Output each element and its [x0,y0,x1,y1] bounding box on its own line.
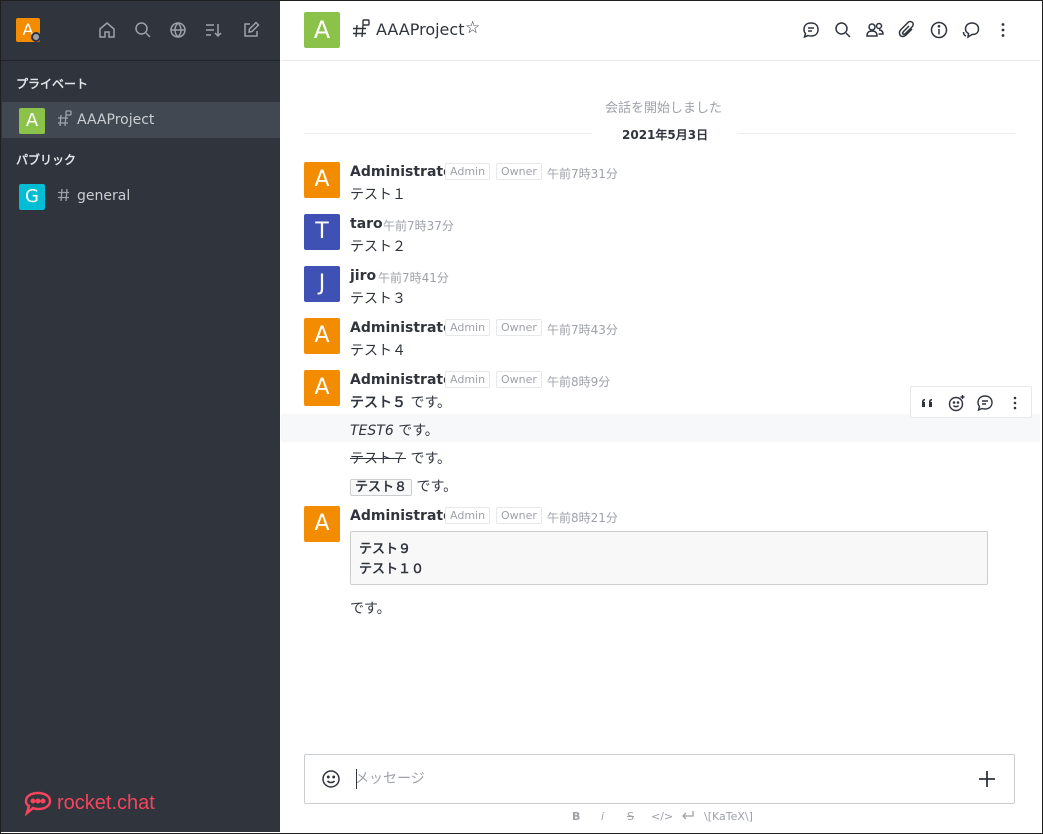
home-icon[interactable] [97,20,119,42]
sidebar-item-label: general [77,188,131,204]
rocket-chat-logo: rocket.chat [23,789,155,821]
message-text: テスト２ [350,239,406,255]
quote-icon[interactable] [919,394,937,412]
message-text-italic: TEST6 です。 [350,420,439,440]
text-suffix: です。 [406,451,452,467]
sort-icon[interactable] [203,20,225,42]
message-timestamp[interactable]: 午前8時9分 [547,373,610,390]
section-private-title: プライベート [16,77,89,91]
sidebar-header: A [1,1,280,61]
role-badge-owner: Owner [496,371,542,388]
user-status-indicator [31,32,41,42]
room-header: A AAAProject ☆ [281,1,1040,61]
room-avatar: A [304,12,340,48]
message-username[interactable]: taro [350,216,383,232]
avatar[interactable]: A [304,370,340,406]
message-timestamp[interactable]: 午前8時21分 [547,509,618,526]
message-text-strike: テスト７ です。 [350,448,451,468]
create-new-icon[interactable] [241,20,263,42]
add-reaction-icon[interactable] [948,394,966,412]
add-plus-icon[interactable] [977,769,997,789]
info-icon[interactable] [929,20,951,42]
italic-text: TEST6 [350,423,394,439]
code-block: テスト９ テスト１０ [350,531,988,585]
message-text-code: テスト８ です。 [350,476,457,496]
threads-icon[interactable] [801,20,823,42]
format-multiline-icon[interactable] [681,810,695,822]
room-avatar: A [19,108,45,134]
directory-globe-icon[interactable] [168,20,190,42]
section-public-title: パブリック [16,153,77,167]
message-timestamp[interactable]: 午前7時41分 [378,269,449,286]
message-timestamp[interactable]: 午前7時43分 [547,321,618,338]
bold-text: テスト５ [350,395,406,411]
favorite-star-icon[interactable]: ☆ [465,18,480,38]
room-title: AAAProject [376,20,465,39]
avatar[interactable]: A [304,318,340,354]
role-badge-admin: Admin [445,371,491,388]
search-icon[interactable] [833,20,855,42]
message-text: です。 [350,601,391,617]
conversation-start-label: 会話を開始しました [605,101,723,116]
message-text: テスト５ です。 [350,392,451,412]
message-text: テスト３ [350,291,406,307]
private-channel-icon [56,110,72,128]
text-cursor [356,769,357,789]
code-line: テスト１０ [359,562,425,577]
discussion-icon[interactable] [961,20,983,42]
role-badge-owner: Owner [496,163,542,180]
private-channel-icon [352,19,372,39]
format-italic-button[interactable]: i [601,810,604,823]
channel-hash-icon [56,186,72,204]
message-timestamp[interactable]: 午前7時31分 [547,165,618,182]
format-strike-button[interactable]: S [627,810,634,823]
role-badge-admin: Admin [445,163,491,180]
message-text: テスト４ [350,343,406,359]
sidebar-item-aaaproject[interactable]: A AAAProject [2,102,280,138]
message-username[interactable]: Administrator [350,508,460,524]
message-menu-icon[interactable] [1006,394,1024,412]
strikethrough-text: テスト７ [350,451,406,467]
avatar[interactable]: J [304,266,340,302]
message-username[interactable]: Administrator [350,372,460,388]
message-input[interactable] [355,768,955,790]
avatar[interactable]: A [304,162,340,198]
emoji-icon[interactable] [321,769,341,789]
sidebar: A プライベート A AAAProject パブリック G general ro… [1,1,280,832]
text-suffix: です。 [412,479,458,495]
message-composer [304,754,1015,804]
role-badge-owner: Owner [496,507,542,524]
inline-code: テスト８ [350,479,413,496]
members-icon[interactable] [865,20,887,42]
role-badge-admin: Admin [445,507,491,524]
sidebar-item-label: AAAProject [77,112,155,128]
avatar[interactable]: A [304,506,340,542]
search-icon[interactable] [133,20,155,42]
kebab-menu-icon[interactable] [993,20,1015,42]
message-timestamp[interactable]: 午前7時37分 [383,217,454,234]
logo-text: rocket.chat [57,792,155,814]
message-text: テスト１ [350,187,406,203]
format-code-button[interactable]: </> [651,810,673,823]
message-username[interactable]: Administrator [350,320,460,336]
sidebar-item-general[interactable]: G general [2,178,280,214]
date-divider-label: 2021年5月3日 [592,126,739,143]
message-username[interactable]: Administrator [350,164,460,180]
format-katex-button[interactable]: \[KaTeX\] [704,810,753,823]
text-suffix: です。 [406,395,452,411]
message-username[interactable]: jiro [350,268,376,284]
role-badge-admin: Admin [445,319,491,336]
avatar[interactable]: T [304,214,340,250]
text-suffix: です。 [393,423,439,439]
format-bold-button[interactable]: B [572,810,580,823]
role-badge-owner: Owner [496,319,542,336]
reply-thread-icon[interactable] [976,394,994,412]
message-action-toolbar [910,386,1032,418]
code-line: テスト９ [359,542,412,557]
room-avatar: G [19,184,45,210]
attachment-icon[interactable] [897,20,919,42]
